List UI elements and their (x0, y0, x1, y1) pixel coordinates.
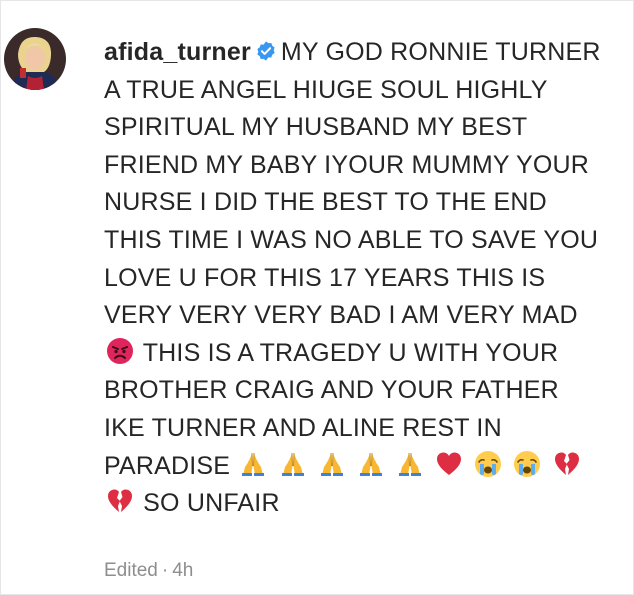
folded-hands-icon (318, 450, 346, 478)
comment-text-part3: SO UNFAIR (143, 489, 280, 518)
emoji-row-1 (237, 450, 550, 480)
verified-badge-icon (255, 40, 277, 62)
comment-text-part1: MY GOD RONNIE TURNER A TRUE ANGEL HIUGE … (104, 38, 601, 330)
comment-text-block: afida_turner MY GOD RONNIE TURNER A TRUE… (104, 34, 604, 523)
comment-timestamp[interactable]: 4h (172, 560, 193, 581)
red-heart-icon (435, 450, 463, 478)
crying-face-icon (474, 450, 502, 478)
meta-separator: · (161, 560, 169, 581)
crying-face-icon (513, 450, 541, 478)
broken-heart-icon (553, 450, 581, 478)
broken-heart-icon (106, 487, 134, 515)
comment-meta: Edited · 4h (104, 560, 197, 582)
angry-face-icon (106, 337, 134, 365)
folded-hands-icon (279, 450, 307, 478)
user-avatar[interactable] (4, 28, 66, 90)
username-link[interactable]: afida_turner (104, 38, 251, 66)
edited-label: Edited (104, 560, 158, 581)
folded-hands-icon (357, 450, 385, 478)
folded-hands-icon (396, 450, 424, 478)
avatar-image (4, 28, 66, 90)
folded-hands-icon (239, 450, 267, 478)
